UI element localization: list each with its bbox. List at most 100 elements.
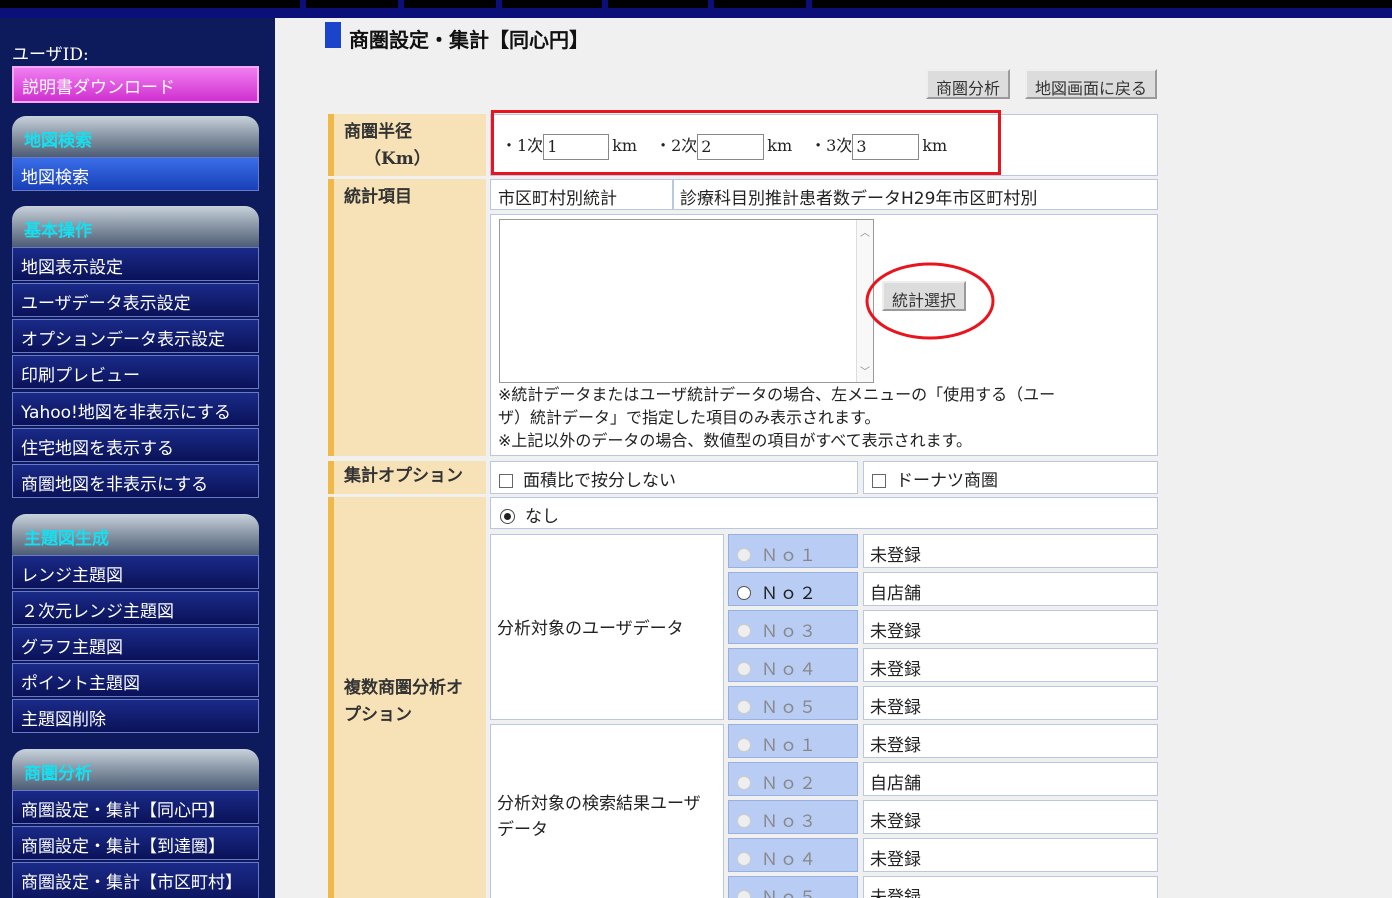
stats-label: 統計項目 <box>328 179 486 456</box>
radio[interactable] <box>737 548 751 562</box>
user-data-no1[interactable]: Ｎｏ１ <box>728 534 858 568</box>
section-trade-area-analysis: 商圏分析 <box>12 749 259 791</box>
top-bar-segment <box>714 0 806 8</box>
stats-note-line-2: ザ）統計データ」で指定した項目のみ表示されます。 <box>498 408 881 427</box>
user-data-no5-value: 未登録 <box>863 686 1158 720</box>
search-result-no5-value: 未登録 <box>863 876 1158 898</box>
none-option-label: なし <box>525 507 559 527</box>
user-data-group-title: 分析対象のユーザデータ <box>490 534 724 720</box>
no-label: Ｎｏ４ <box>761 660 818 680</box>
multi-options-label-line-1: 複数商圏分析オ <box>344 678 463 698</box>
stats-item-cell: 診療科目別推計患者数データH29年市区町村別 <box>673 179 1158 210</box>
agg-options-label: 集計オプション <box>328 461 486 494</box>
sidebar-item-reach-area[interactable]: 商圏設定・集計【到達圏】 <box>12 826 259 860</box>
radio-dot <box>504 513 511 520</box>
top-bar-segment <box>812 0 1392 8</box>
user-data-no2-value: 自店舗 <box>863 572 1158 606</box>
no-label: Ｎｏ５ <box>761 888 818 898</box>
none-option-cell: なし <box>490 497 1158 529</box>
top-bar <box>0 0 1392 18</box>
scroll-up-icon[interactable]: ︿ <box>860 224 870 239</box>
radio[interactable] <box>737 662 751 676</box>
search-result-no2[interactable]: Ｎｏ２ <box>728 762 858 796</box>
sidebar: ユーザID: 説明書ダウンロード 地図検索 地図検索 基本操作 地図表示設定 ユ… <box>0 18 275 898</box>
radio[interactable] <box>737 624 751 638</box>
sidebar-item-option-data-display[interactable]: オプションデータ表示設定 <box>12 319 259 353</box>
multi-options-label-line-2: プション <box>344 705 412 725</box>
radio[interactable] <box>737 890 751 898</box>
stats-note-line-3: ※上記以外のデータの場合、数値型の項目がすべて表示されます。 <box>498 431 973 450</box>
manual-download-button[interactable]: 説明書ダウンロード <box>12 66 259 103</box>
sidebar-item-print-preview[interactable]: 印刷プレビュー <box>12 355 259 389</box>
section-thematic-map: 主題図生成 <box>12 514 259 556</box>
radio[interactable] <box>737 852 751 866</box>
search-result-no3-value: 未登録 <box>863 800 1158 834</box>
search-result-no1[interactable]: Ｎｏ１ <box>728 724 858 758</box>
sidebar-item-delete-thematic[interactable]: 主題図削除 <box>12 699 259 733</box>
stats-select-highlight-circle <box>865 262 995 340</box>
sidebar-item-show-residential-map[interactable]: 住宅地図を表示する <box>12 428 259 462</box>
top-bar-segment <box>502 0 602 8</box>
stats-note-line-1: ※統計データまたはユーザ統計データの場合、左メニューの「使用する（ユー <box>498 385 1056 404</box>
donut-label: ドーナツ商圏 <box>896 471 998 491</box>
user-id-label: ユーザID: <box>12 45 89 65</box>
user-data-no4[interactable]: Ｎｏ４ <box>728 648 858 682</box>
sidebar-item-hide-trade-area-map[interactable]: 商圏地図を非表示にする <box>12 464 259 498</box>
title-marker <box>325 22 341 48</box>
search-result-no5[interactable]: Ｎｏ５ <box>728 876 858 898</box>
radio[interactable] <box>737 738 751 752</box>
scroll-down-icon[interactable]: ﹀ <box>860 363 870 378</box>
sidebar-item-range-thematic[interactable]: レンジ主題図 <box>12 555 259 589</box>
back-to-map-button[interactable]: 地図画面に戻る <box>1025 69 1158 99</box>
user-data-no3-value: 未登録 <box>863 610 1158 644</box>
search-result-no4-value: 未登録 <box>863 838 1158 872</box>
donut-checkbox[interactable] <box>872 474 886 488</box>
user-data-no1-value: 未登録 <box>863 534 1158 568</box>
search-result-group-title-line-2: データ <box>497 820 548 840</box>
radius-label: 商圏半径 （Km） <box>328 114 486 176</box>
section-map-search: 地図検索 <box>12 116 259 158</box>
search-result-no4[interactable]: Ｎｏ４ <box>728 838 858 872</box>
sidebar-item-user-data-display[interactable]: ユーザデータ表示設定 <box>12 283 259 317</box>
stats-note: ※統計データまたはユーザ統計データの場合、左メニューの「使用する（ユー ザ）統計… <box>498 383 1138 452</box>
sidebar-item-concentric[interactable]: 商圏設定・集計【同心円】 <box>12 790 259 824</box>
no-area-ratio-checkbox[interactable] <box>499 474 513 488</box>
no-label: Ｎｏ３ <box>761 812 818 832</box>
sidebar-item-map-display-settings[interactable]: 地図表示設定 <box>12 247 259 281</box>
trade-area-analysis-button[interactable]: 商圏分析 <box>926 69 1011 99</box>
sidebar-item-map-search[interactable]: 地図検索 <box>12 157 259 191</box>
radio[interactable] <box>737 814 751 828</box>
section-basic-operations: 基本操作 <box>12 206 259 248</box>
user-data-no3[interactable]: Ｎｏ３ <box>728 610 858 644</box>
radius-highlight-box <box>491 110 1001 175</box>
top-bar-segment <box>306 0 398 8</box>
none-radio[interactable] <box>500 509 515 524</box>
user-data-no2[interactable]: Ｎｏ２ <box>728 572 858 606</box>
stats-category-cell: 市区町村別統計 <box>490 179 673 210</box>
radius-label-title: 商圏半径 <box>344 122 412 142</box>
no-area-ratio-cell: 面積比で按分しない <box>490 461 858 494</box>
sidebar-item-2d-range-thematic[interactable]: ２次元レンジ主題図 <box>12 591 259 625</box>
multi-options-label: 複数商圏分析オ プション <box>328 497 486 898</box>
radio[interactable] <box>737 776 751 790</box>
search-result-no1-value: 未登録 <box>863 724 1158 758</box>
no-label: Ｎｏ２ <box>761 584 818 604</box>
no-label: Ｎｏ５ <box>761 698 818 718</box>
stats-listbox[interactable]: ︿ ﹀ <box>499 219 874 383</box>
sidebar-item-municipality[interactable]: 商圏設定・集計【市区町村】 <box>12 862 259 898</box>
search-result-no3[interactable]: Ｎｏ３ <box>728 800 858 834</box>
sidebar-item-point-thematic[interactable]: ポイント主題図 <box>12 663 259 697</box>
sidebar-item-graph-thematic[interactable]: グラフ主題図 <box>12 627 259 661</box>
radius-label-unit: （Km） <box>364 149 431 169</box>
sidebar-item-hide-yahoo-map[interactable]: Yahoo!地図を非表示にする <box>12 392 259 426</box>
no-label: Ｎｏ１ <box>761 736 818 756</box>
radio[interactable] <box>737 586 751 600</box>
radio[interactable] <box>737 700 751 714</box>
donut-cell: ドーナツ商圏 <box>863 461 1158 494</box>
no-label: Ｎｏ２ <box>761 774 818 794</box>
no-label: Ｎｏ１ <box>761 546 818 566</box>
user-data-no4-value: 未登録 <box>863 648 1158 682</box>
user-data-group-title-text: 分析対象のユーザデータ <box>497 619 684 639</box>
user-data-no5[interactable]: Ｎｏ５ <box>728 686 858 720</box>
no-label: Ｎｏ４ <box>761 850 818 870</box>
